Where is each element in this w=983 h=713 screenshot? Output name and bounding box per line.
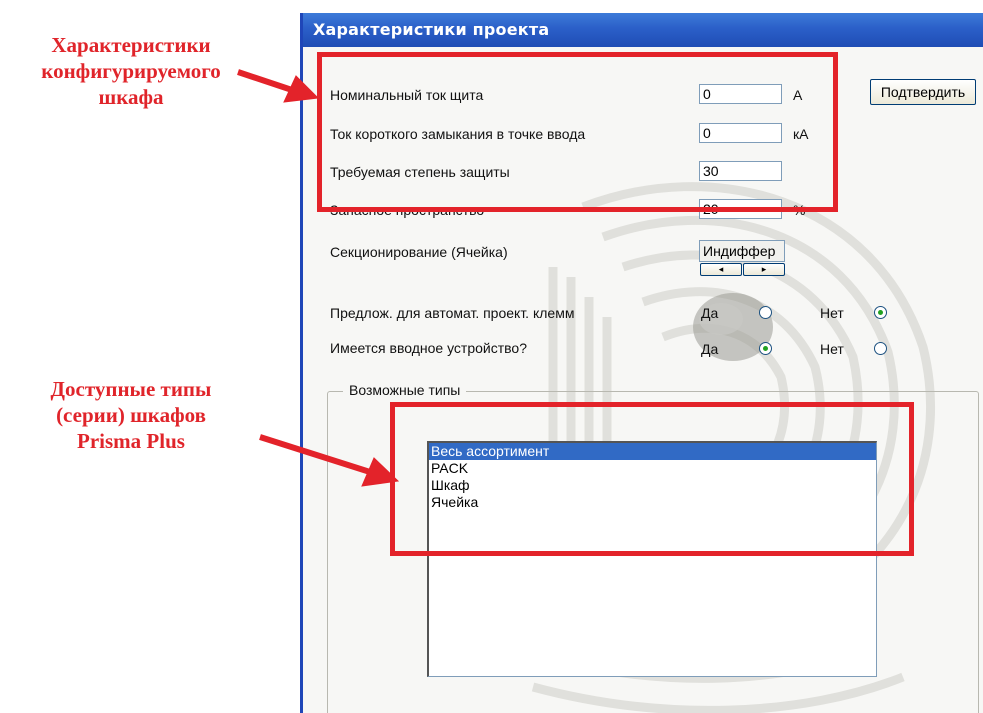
annotation-arrows (237, 69, 400, 487)
config-arrow-line (237, 69, 293, 93)
types-arrow-line (259, 434, 371, 475)
